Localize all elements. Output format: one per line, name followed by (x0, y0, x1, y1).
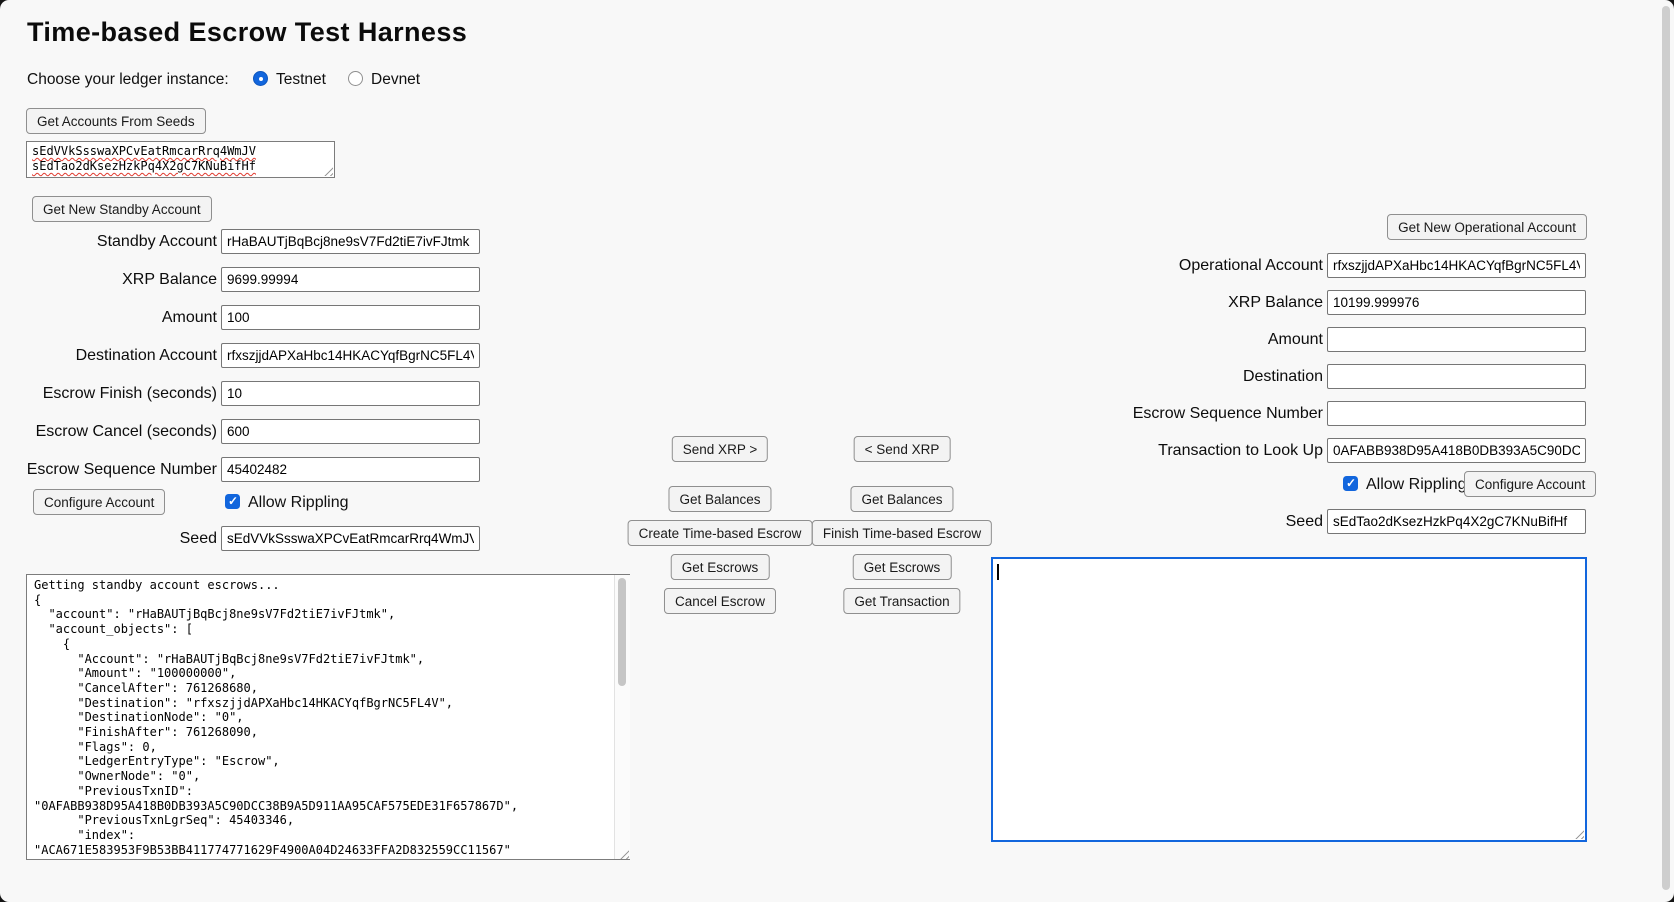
operational-xrp-balance-field[interactable] (1327, 290, 1586, 315)
standby-get-escrows-button[interactable]: Get Escrows (671, 554, 770, 580)
operational-get-escrows-button[interactable]: Get Escrows (853, 554, 952, 580)
page-title: Time-based Escrow Test Harness (27, 17, 467, 48)
standby-results-scrollbar[interactable] (614, 575, 630, 859)
standby-escrow-finish-field[interactable] (221, 381, 480, 406)
operational-amount-field[interactable] (1327, 327, 1586, 352)
create-time-based-escrow-button[interactable]: Create Time-based Escrow (628, 520, 813, 546)
send-xrp-to-operational-button[interactable]: Send XRP > (672, 436, 768, 462)
operational-allow-rippling-checkbox[interactable] (1343, 476, 1358, 491)
operational-xrp-balance-label: XRP Balance (1093, 294, 1323, 312)
standby-get-balances-button[interactable]: Get Balances (668, 486, 771, 512)
scrollbar-thumb[interactable] (618, 578, 626, 686)
standby-seed-label: Seed (22, 530, 217, 548)
send-xrp-to-standby-button[interactable]: < Send XRP (854, 436, 951, 462)
operational-destination-label: Destination (1093, 368, 1323, 386)
testnet-radio[interactable] (253, 71, 268, 86)
escrow-test-harness-page: Time-based Escrow Test Harness Choose yo… (0, 0, 1674, 902)
operational-escrow-sequence-field[interactable] (1327, 401, 1586, 426)
window-scrollbar[interactable] (1662, 6, 1670, 890)
devnet-radio[interactable] (348, 71, 363, 86)
seeds-textarea[interactable]: sEdVVkSsswaXPCvEatRmcarRrq4WmJVsEdTao2dK… (26, 141, 335, 178)
standby-allow-rippling-checkbox[interactable] (225, 494, 240, 509)
operational-amount-label: Amount (1093, 331, 1323, 349)
operational-escrow-sequence-label: Escrow Sequence Number (1093, 405, 1323, 423)
standby-escrow-cancel-label: Escrow Cancel (seconds) (22, 423, 217, 441)
standby-amount-label: Amount (22, 309, 217, 327)
transaction-to-look-up-field[interactable] (1327, 438, 1586, 463)
standby-allow-rippling-label[interactable]: Allow Rippling (248, 494, 349, 512)
standby-escrow-sequence-label: Escrow Sequence Number (22, 461, 217, 479)
get-new-operational-account-button[interactable]: Get New Operational Account (1387, 214, 1587, 240)
standby-escrow-finish-label: Escrow Finish (seconds) (22, 385, 217, 403)
operational-seed-label: Seed (1093, 513, 1323, 531)
operational-get-balances-button[interactable]: Get Balances (850, 486, 953, 512)
standby-seed-field[interactable] (221, 526, 480, 551)
standby-account-label: Standby Account (22, 233, 217, 251)
transaction-to-look-up-label: Transaction to Look Up (1093, 442, 1323, 460)
standby-configure-account-button[interactable]: Configure Account (33, 489, 165, 515)
finish-time-based-escrow-button[interactable]: Finish Time-based Escrow (812, 520, 992, 546)
standby-account-field[interactable] (221, 229, 480, 254)
operational-destination-field[interactable] (1327, 364, 1586, 389)
standby-xrp-balance-field[interactable] (221, 267, 480, 292)
get-new-standby-account-button[interactable]: Get New Standby Account (32, 196, 212, 222)
text-cursor (997, 564, 999, 580)
standby-destination-field[interactable] (221, 343, 480, 368)
operational-seed-field[interactable] (1327, 509, 1586, 534)
standby-escrow-sequence-field[interactable] (221, 457, 480, 482)
operational-account-field[interactable] (1327, 253, 1586, 278)
standby-escrow-cancel-field[interactable] (221, 419, 480, 444)
standby-results-box[interactable]: Getting standby account escrows... { "ac… (26, 574, 630, 860)
ledger-instance-prompt: Choose your ledger instance: (27, 71, 229, 89)
operational-results-box[interactable] (991, 557, 1587, 842)
get-transaction-button[interactable]: Get Transaction (843, 588, 960, 614)
operational-account-label: Operational Account (1093, 257, 1323, 275)
devnet-radio-label[interactable]: Devnet (371, 71, 420, 89)
testnet-radio-label[interactable]: Testnet (276, 71, 326, 89)
standby-destination-label: Destination Account (22, 347, 217, 365)
standby-xrp-balance-label: XRP Balance (22, 271, 217, 289)
resize-grip-icon[interactable] (1574, 829, 1584, 839)
get-accounts-from-seeds-button[interactable]: Get Accounts From Seeds (26, 108, 206, 134)
operational-configure-account-button[interactable]: Configure Account (1464, 471, 1596, 497)
standby-amount-field[interactable] (221, 305, 480, 330)
operational-allow-rippling-label[interactable]: Allow Rippling (1366, 476, 1467, 494)
cancel-escrow-button[interactable]: Cancel Escrow (664, 588, 776, 614)
